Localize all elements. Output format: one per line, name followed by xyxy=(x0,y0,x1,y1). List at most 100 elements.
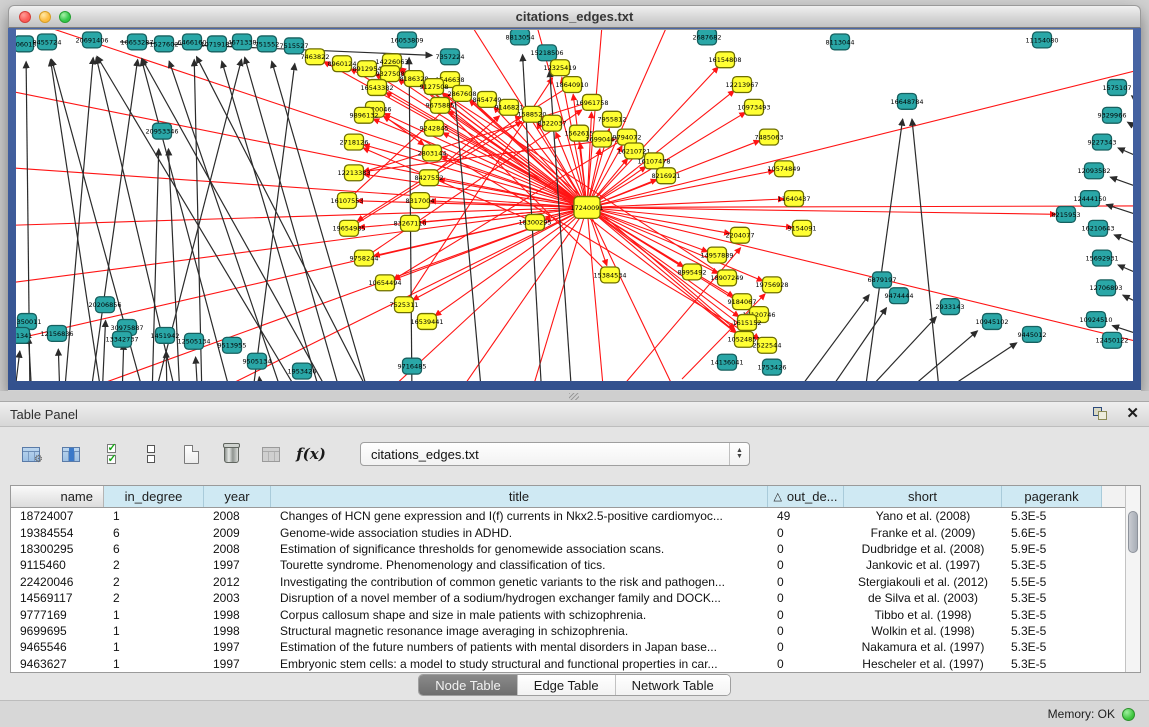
graph-node[interactable]: 16961758 xyxy=(575,94,608,110)
pane-divider[interactable] xyxy=(0,391,1149,401)
graph-node[interactable]: 9474444 xyxy=(885,288,914,304)
graph-edge xyxy=(16,207,587,381)
graph-edge xyxy=(932,343,1017,381)
graph-node[interactable]: 16539441 xyxy=(410,314,443,330)
svg-text:18907249: 18907249 xyxy=(710,274,743,282)
graph-node[interactable]: 12706893 xyxy=(1089,280,1122,296)
graph-node[interactable]: 8113044 xyxy=(826,34,855,50)
graph-node[interactable]: 15692931 xyxy=(1085,250,1118,266)
graph-node[interactable]: 14136041 xyxy=(710,354,743,370)
function-builder-button[interactable]: f(x) xyxy=(298,441,324,467)
column-header-in-degree[interactable]: in_degree xyxy=(104,486,204,507)
column-header-out-degree[interactable]: △ out_de... xyxy=(768,486,844,507)
graph-edge xyxy=(912,119,940,381)
graph-node[interactable]: 7357224 xyxy=(436,49,465,65)
graph-node[interactable]: 15218506 xyxy=(530,45,563,61)
graph-node[interactable]: 9154091 xyxy=(788,220,817,236)
table-scrollbar[interactable] xyxy=(1125,486,1140,672)
table-settings-button[interactable]: ⚙ xyxy=(18,441,44,467)
graph-node[interactable]: 2933143 xyxy=(936,299,965,315)
graph-node[interactable]: 9758244 xyxy=(350,250,379,266)
table-row[interactable]: 1456911722003 Disruption of a novel memb… xyxy=(11,590,1125,606)
table-row[interactable]: 1938455462009 Genome-wide association st… xyxy=(11,524,1125,540)
graph-edge xyxy=(16,207,587,381)
tab-edge-table[interactable]: Edge Table xyxy=(518,675,616,695)
graph-node[interactable]: 10945102 xyxy=(975,314,1008,330)
graph-node[interactable]: 16648784 xyxy=(890,93,923,109)
column-header-year[interactable]: year xyxy=(204,486,271,507)
graph-node[interactable]: 18640910 xyxy=(555,77,588,93)
svg-text:3350011: 3350011 xyxy=(16,318,41,326)
graph-node[interactable]: 11640437 xyxy=(777,191,810,207)
graph-node[interactable]: 12505134 xyxy=(177,333,210,349)
table-selector-dropdown[interactable]: citations_edges.txt ▲▼ xyxy=(360,442,750,466)
select-rows-button[interactable] xyxy=(98,441,124,467)
row-options-button[interactable] xyxy=(138,441,164,467)
scrollbar-thumb[interactable] xyxy=(1128,511,1138,553)
graph-node[interactable]: 11154080 xyxy=(1025,32,1058,48)
graph-node[interactable]: 20206856 xyxy=(88,297,121,313)
graph-node[interactable]: 9445012 xyxy=(1018,326,1047,342)
graph-node[interactable]: 12093582 xyxy=(1077,163,1110,179)
graph-node[interactable]: 20953346 xyxy=(145,123,178,139)
graph-node[interactable]: 1575107 xyxy=(1103,80,1132,96)
column-header-name[interactable]: name xyxy=(11,486,104,507)
graph-node[interactable]: 8215953 xyxy=(1052,206,1081,222)
table-row[interactable]: 1830029562008 Estimation of significance… xyxy=(11,541,1125,557)
close-panel-icon[interactable]: ✕ xyxy=(1126,407,1139,421)
graph-node[interactable]: 17240091 xyxy=(570,197,603,219)
tab-network-table[interactable]: Network Table xyxy=(616,675,730,695)
graph-node[interactable]: 12213383 xyxy=(337,165,370,181)
graph-node[interactable]: 16210643 xyxy=(1081,220,1114,236)
graph-node[interactable]: 9227343 xyxy=(1088,134,1117,150)
table-toolbar: ⚙ f(x) citations_edges.txt ▲▼ xyxy=(0,427,1149,477)
tab-node-table[interactable]: Node Table xyxy=(419,675,518,695)
window-titlebar[interactable]: citations_edges.txt xyxy=(8,5,1141,28)
graph-node[interactable]: 1451942 xyxy=(151,327,180,343)
graph-node[interactable]: 7955812 xyxy=(598,111,627,127)
graph-node[interactable]: 19756928 xyxy=(755,277,788,293)
table-row[interactable]: 946362711997 Embryonic stem cells: a mod… xyxy=(11,656,1125,672)
graph-node[interactable]: 16154808 xyxy=(708,52,741,68)
graph-node[interactable]: 10924510 xyxy=(1079,312,1112,328)
graph-node[interactable]: 12450122 xyxy=(1095,332,1128,348)
column-header-title[interactable]: title xyxy=(271,486,768,507)
graph-node[interactable]: 1753426 xyxy=(758,359,787,375)
citation-graph[interactable]: 2006015594557242069140610653287152760264… xyxy=(16,30,1133,381)
network-canvas[interactable]: 2006015594557242069140610653287152760264… xyxy=(16,29,1133,381)
graph-edge xyxy=(824,308,886,381)
graph-node[interactable]: 19654985 xyxy=(332,220,365,236)
delete-column-button[interactable] xyxy=(218,441,244,467)
split-resize-handle-icon[interactable] xyxy=(569,393,579,400)
graph-node[interactable]: 10973493 xyxy=(737,99,770,115)
table-row[interactable]: 2242004622012 Investigating the contribu… xyxy=(11,574,1125,590)
graph-node[interactable]: 7515527 xyxy=(280,38,309,54)
graph-node[interactable]: 2204077 xyxy=(726,227,755,243)
table-row[interactable]: 946554611997 Estimation of the future nu… xyxy=(11,639,1125,655)
graph-node[interactable]: 12213967 xyxy=(725,77,758,93)
column-header-short[interactable]: short xyxy=(844,486,1002,507)
graph-node[interactable]: 16053809 xyxy=(390,32,423,48)
graph-node[interactable]: 9329966 xyxy=(1098,107,1127,123)
graph-node[interactable]: 12325419 xyxy=(543,60,576,76)
graph-node[interactable]: 12444150 xyxy=(1073,191,1106,207)
table-row[interactable]: 977716911998 Corpus callosum shape and s… xyxy=(11,606,1125,622)
graph-node[interactable]: 8813054 xyxy=(506,30,535,45)
column-chooser-button[interactable] xyxy=(58,441,84,467)
memory-status-label: Memory: OK xyxy=(1048,707,1115,721)
table-row[interactable]: 1872400712008 Changes of HCN gene expres… xyxy=(11,508,1125,524)
graph-node[interactable]: 6879197 xyxy=(868,272,897,288)
graph-node[interactable]: 751552 xyxy=(255,36,280,52)
graph-node[interactable]: 10574849 xyxy=(767,161,800,177)
column-header-pagerank[interactable]: pagerank xyxy=(1002,486,1102,507)
graph-node[interactable]: 16107553 xyxy=(330,193,363,209)
graph-node[interactable]: 1527602 xyxy=(150,36,179,52)
graph-node[interactable]: 7485063 xyxy=(755,129,784,145)
graph-node[interactable]: 14957889 xyxy=(700,247,733,263)
graph-node[interactable]: 2687682 xyxy=(693,30,722,45)
float-panel-icon[interactable] xyxy=(1093,407,1108,421)
graph-node[interactable]: 2718126 xyxy=(340,134,369,150)
table-row[interactable]: 969969511998 Structural magnetic resonan… xyxy=(11,623,1125,639)
table-row[interactable]: 911546021997 Tourette syndrome. Phenomen… xyxy=(11,557,1125,573)
new-column-button[interactable] xyxy=(178,441,204,467)
